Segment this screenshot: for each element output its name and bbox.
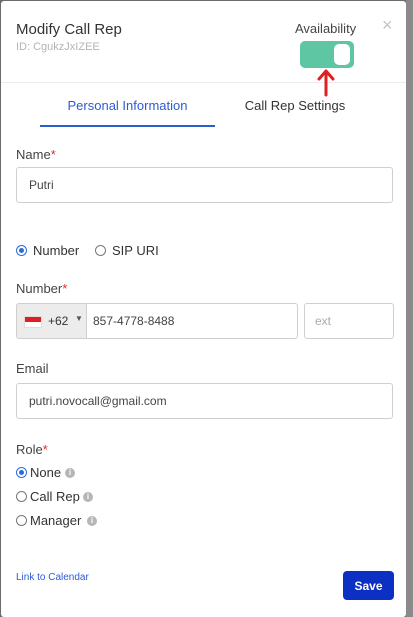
- radio-role-manager[interactable]: [16, 515, 27, 526]
- name-input[interactable]: [16, 167, 393, 203]
- country-dial-code: +62: [48, 314, 69, 328]
- call-rep-id: ID: CgukzJxIZEE: [16, 41, 100, 53]
- role-label: Role*: [16, 442, 48, 457]
- toggle-knob: [334, 44, 350, 65]
- save-button[interactable]: Save: [343, 571, 394, 600]
- extension-input[interactable]: [304, 303, 394, 339]
- role-manager-label: Manager: [30, 513, 82, 528]
- number-label: Number*: [16, 281, 67, 296]
- role-label-text: Role: [16, 442, 43, 457]
- radio-number[interactable]: [16, 245, 27, 256]
- tab-personal-information[interactable]: Personal Information: [40, 98, 215, 113]
- required-mark: *: [50, 147, 56, 162]
- tab-call-rep-settings[interactable]: Call Rep Settings: [215, 98, 375, 113]
- required-mark: *: [62, 281, 68, 296]
- radio-role-none[interactable]: [16, 467, 27, 478]
- chevron-down-icon: ▼: [75, 314, 83, 323]
- name-label: Name*: [16, 147, 56, 162]
- indonesia-flag-icon: [24, 316, 42, 328]
- required-mark: *: [42, 442, 48, 457]
- availability-label: Availability: [295, 21, 357, 36]
- modify-call-rep-modal: Modify Call Rep ID: CgukzJxIZEE Availabi…: [1, 1, 406, 617]
- role-none-label: None: [30, 465, 62, 480]
- country-code-select[interactable]: +62 ▼: [16, 303, 86, 339]
- link-to-calendar[interactable]: Link to Calendar: [16, 572, 89, 583]
- modal-title: Modify Call Rep: [16, 21, 122, 38]
- info-icon[interactable]: i: [87, 516, 97, 526]
- phone-number-input[interactable]: [86, 303, 298, 339]
- radio-number-label: Number: [33, 243, 80, 258]
- radio-role-call-rep[interactable]: [16, 491, 27, 502]
- info-icon[interactable]: i: [65, 468, 75, 478]
- radio-sip-uri[interactable]: [95, 245, 106, 256]
- role-call-rep-label: Call Rep: [30, 489, 80, 504]
- modal-header: Modify Call Rep ID: CgukzJxIZEE Availabi…: [1, 1, 406, 83]
- number-label-text: Number: [16, 281, 63, 296]
- info-icon[interactable]: i: [83, 492, 93, 502]
- close-icon[interactable]: ×: [382, 15, 393, 35]
- active-tab-indicator: [40, 125, 215, 127]
- backdrop-strip: [406, 0, 413, 617]
- radio-sip-uri-label: SIP URI: [112, 243, 159, 258]
- availability-toggle[interactable]: [300, 41, 354, 68]
- email-input[interactable]: [16, 383, 393, 419]
- email-label: Email: [16, 361, 49, 376]
- name-label-text: Name: [16, 147, 51, 162]
- annotation-arrow-icon: [317, 69, 335, 97]
